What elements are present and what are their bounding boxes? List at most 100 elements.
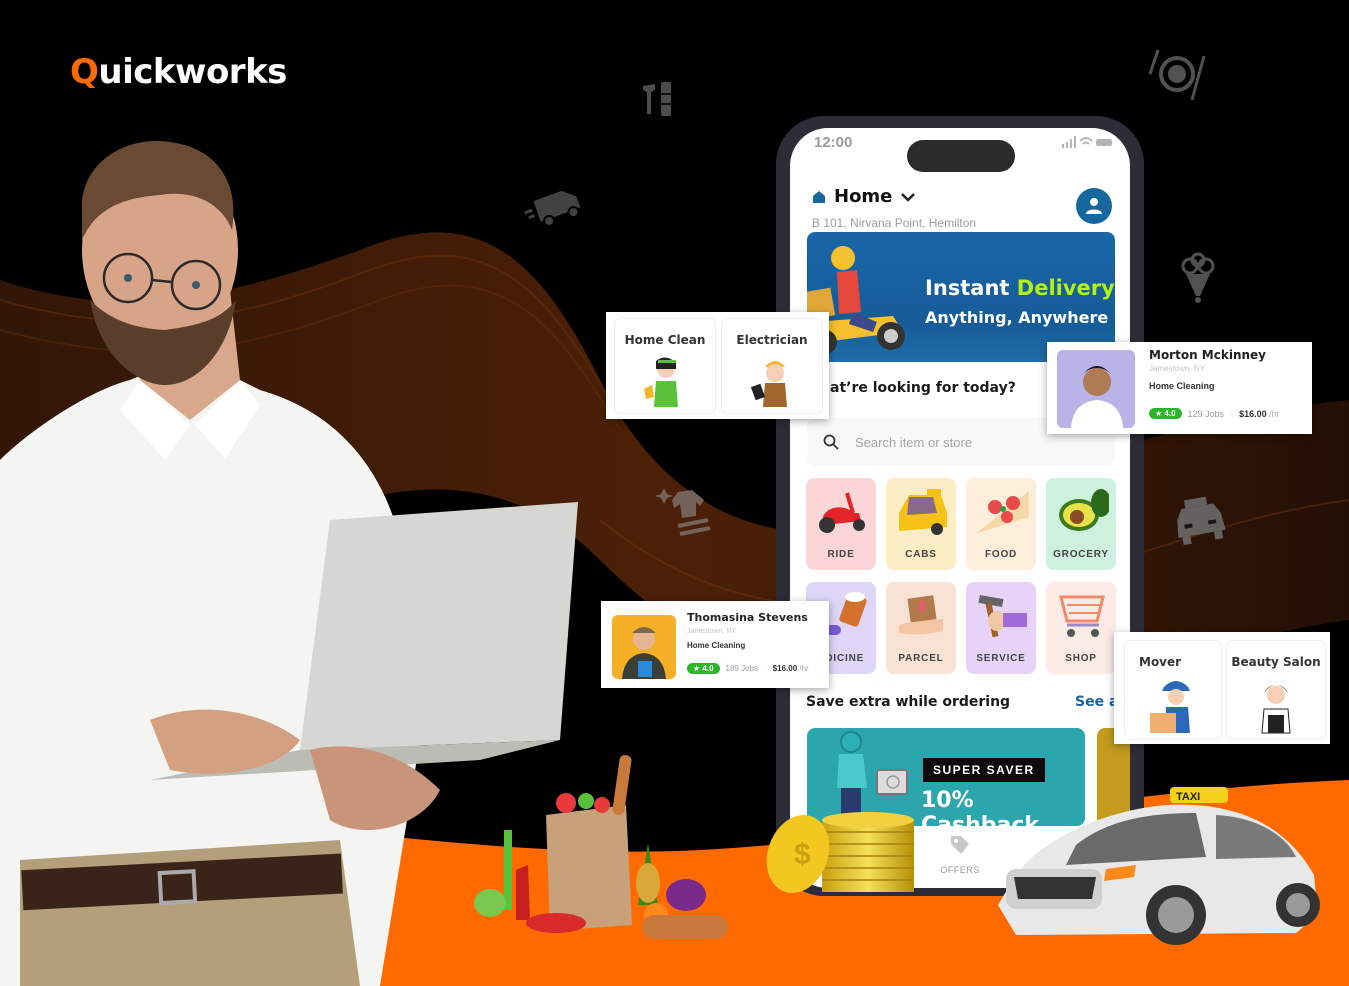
location-selector[interactable]: Home [812, 186, 916, 207]
save-extra-heading: Save extra while ordering [806, 694, 1011, 710]
status-time: 12:00 [814, 134, 853, 151]
category-parcel[interactable]: PARCEL [886, 582, 956, 674]
price: $16.00 /hr [1239, 409, 1280, 419]
service-card-beauty-salon[interactable]: Beauty Salon [1226, 640, 1326, 740]
tab-offers[interactable]: OFFERS [940, 834, 980, 875]
pro-photo [1057, 350, 1135, 428]
electrician-illustration [750, 361, 787, 407]
service-card-home-clean[interactable]: Home Clean [614, 318, 716, 414]
grocery-bag-illustration [474, 755, 728, 939]
service-cards-top: Home Clean Electrician [606, 312, 829, 419]
price-unit: /hr [1269, 408, 1280, 419]
category-label: RIDE [827, 549, 855, 560]
pro-avatar-illustration [622, 627, 666, 679]
price-unit: /hr [799, 664, 809, 673]
pro-photo [612, 615, 676, 679]
pro-location: Jamestown, NY [1149, 364, 1206, 373]
profile-button[interactable] [1076, 188, 1112, 224]
pro-location: Jamestown, NY [687, 628, 737, 635]
banner-title-highlight: Delivery [1016, 276, 1115, 300]
price: $16.00 /hr [773, 664, 809, 673]
scooter-icon [819, 492, 865, 533]
rating-badge: ★ 4.0 [1149, 408, 1182, 419]
category-cabs[interactable]: CABS [886, 478, 956, 570]
taxi-car-illustration: TAXI [998, 787, 1320, 945]
section-question: at’re looking for today? [830, 380, 1016, 396]
jobs-count: 129 Jobs [1187, 408, 1225, 419]
category-label: FOOD [984, 549, 1018, 560]
service-title: Beauty Salon [1231, 655, 1321, 669]
cab-icon [899, 489, 947, 535]
category-label: GROCERY [1053, 549, 1109, 560]
service-cards-bottom: Mover Beauty Salon [1114, 632, 1330, 744]
tab-offers-label: OFFERS [940, 865, 980, 875]
category-label: SHOP [1065, 653, 1097, 664]
service-title: Electrician [736, 333, 808, 347]
pro-name: Morton Mckinney [1149, 348, 1266, 362]
category-label: SERVICE [976, 653, 1026, 664]
category-label: PARCEL [898, 653, 944, 664]
category-food[interactable]: FOOD [966, 478, 1036, 570]
chevron-down-icon [901, 192, 916, 202]
signal-wifi-battery-icon [1062, 136, 1112, 148]
offer-tag-icon [951, 836, 969, 854]
dining-plate-icon [1146, 46, 1208, 109]
logo-q: Q [70, 52, 99, 92]
home-icon [813, 190, 825, 203]
category-grid: RIDE CABS FOOD GROCERY EDICINE PARCEL SE… [806, 478, 1118, 674]
phone-screen: 12:00 Home B 101, Nirvana Point, Hemilto… [790, 128, 1130, 888]
category-shop[interactable]: SHOP [1046, 582, 1116, 674]
quickworks-logo[interactable]: Quickworks [70, 52, 287, 92]
laundry-icon [655, 478, 712, 543]
rating-value: 4.0 [702, 664, 714, 673]
pro-meta: ★ 4.0 189 Jobs · $16.00 /hr [687, 663, 809, 674]
taxi-icon [1170, 494, 1230, 555]
mover-illustration [1150, 681, 1190, 733]
cart-icon [1059, 595, 1105, 637]
service-card-mover[interactable]: Mover [1124, 640, 1222, 740]
service-card-electrician[interactable]: Electrician [721, 318, 823, 414]
banner-subtitle: Anything, Anywhere [925, 308, 1109, 327]
beauty-kit-icon [641, 80, 677, 123]
separator: · [764, 664, 767, 673]
rating-badge: ★ 4.0 [687, 663, 720, 674]
banner-title-part: Instant [925, 276, 1017, 300]
hammer-icon [978, 594, 1027, 638]
logo-text: uickworks [98, 52, 287, 92]
status-icons [1062, 136, 1112, 151]
parcel-icon [899, 595, 943, 635]
price-value: $16.00 [772, 664, 798, 673]
rating-value: 4.0 [1164, 409, 1176, 418]
search-input[interactable] [855, 434, 1075, 450]
price-value: $16.00 [1239, 408, 1267, 419]
service-title: Mover [1139, 655, 1182, 669]
address-text: B 101, Nirvana Point, Hemilton [812, 216, 977, 230]
dynamic-island [907, 140, 1015, 172]
pro-category: Home Cleaning [687, 641, 746, 650]
category-grocery[interactable]: GROCERY [1046, 478, 1116, 570]
category-ride[interactable]: RIDE [806, 478, 876, 570]
user-icon [1086, 198, 1102, 214]
gold-coins-illustration: $ [766, 812, 914, 893]
pro-category: Home Cleaning [1149, 381, 1215, 391]
banner-title: Instant Delivery [925, 276, 1115, 300]
taxi-sign-text: TAXI [1176, 791, 1200, 803]
jobs-count: 189 Jobs [725, 664, 758, 673]
pro-meta: ★ 4.0 129 Jobs · $16.00 /hr [1149, 408, 1280, 419]
pro-avatar-illustration [1071, 366, 1123, 428]
pizza-icon [977, 491, 1029, 533]
search-icon [823, 434, 839, 450]
service-title: Home Clean [624, 333, 706, 347]
location-label: Home [834, 186, 893, 207]
pro-card-morton[interactable]: Morton Mckinney Jamestown, NY Home Clean… [1047, 342, 1312, 434]
separator: · [1230, 408, 1234, 419]
promo-tag: SUPER SAVER [923, 758, 1045, 782]
beautician-illustration [1261, 685, 1291, 734]
cleaner-illustration [644, 357, 678, 407]
pro-card-thomasina[interactable]: Thomasina Stevens Jamestown, NY Home Cle… [601, 601, 829, 688]
phone-mockup: 12:00 Home B 101, Nirvana Point, Hemilto… [776, 116, 1144, 896]
category-service[interactable]: SERVICE [966, 582, 1036, 674]
avocado-icon [1059, 489, 1109, 531]
svg-text:$: $ [794, 838, 811, 871]
pro-name: Thomasina Stevens [687, 611, 808, 624]
